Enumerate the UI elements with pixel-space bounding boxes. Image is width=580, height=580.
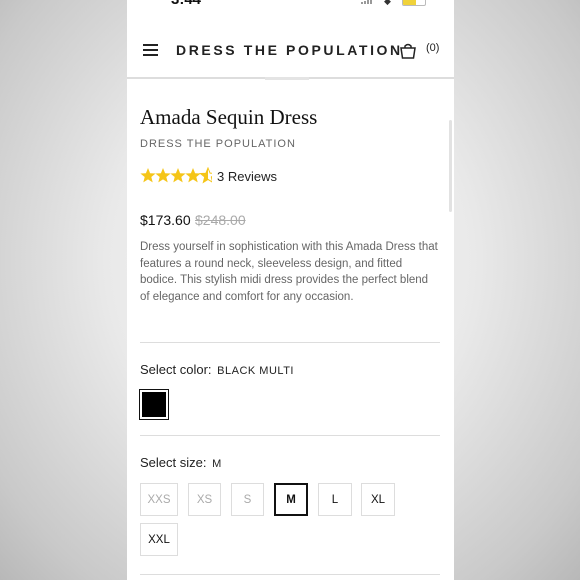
status-bar: 3:44 ◆ xyxy=(127,0,454,10)
star-full-icon xyxy=(185,168,201,183)
cart-count[interactable]: (0) xyxy=(426,42,439,54)
phone-screen: 3:44 ◆ DRESS THE POPULATION (0) Amada Se… xyxy=(127,0,454,580)
sale-price: $173.60 xyxy=(140,212,191,228)
star-half-icon xyxy=(199,167,212,183)
color-label-text: Select color: xyxy=(140,362,212,377)
star-full-icon xyxy=(155,168,171,183)
size-option-label: XXS xyxy=(147,493,171,506)
color-label: Select color: BLACK MULTI xyxy=(140,362,294,377)
selected-color: BLACK MULTI xyxy=(217,365,294,377)
reviews-link[interactable]: 3 Reviews xyxy=(217,169,277,184)
size-option-xl[interactable]: XL xyxy=(361,483,395,516)
star-full-icon xyxy=(140,168,156,183)
size-option-xs[interactable]: XS xyxy=(188,483,221,516)
size-option-label: XL xyxy=(370,493,386,506)
menu-icon[interactable] xyxy=(143,44,158,56)
size-option-label: L xyxy=(331,493,339,506)
signal-icon xyxy=(361,0,375,4)
original-price: $248.00 xyxy=(195,212,246,228)
size-option-label: S xyxy=(243,493,252,506)
product-title: Amada Sequin Dress xyxy=(140,105,318,129)
site-header: DRESS THE POPULATION (0) xyxy=(127,18,454,79)
shopping-bag-icon[interactable] xyxy=(399,43,417,59)
size-label: Select size: M xyxy=(140,455,222,470)
size-option-label: M xyxy=(286,493,296,506)
battery-icon xyxy=(402,0,426,6)
product-brand[interactable]: DRESS THE POPULATION xyxy=(140,138,296,150)
scrollbar[interactable] xyxy=(449,120,452,212)
size-option-m[interactable]: M xyxy=(274,483,308,516)
size-option-s[interactable]: S xyxy=(231,483,264,516)
size-option-label: XXL xyxy=(148,533,170,546)
divider xyxy=(140,342,440,343)
image-carousel-edge xyxy=(265,77,309,80)
size-option-xxl[interactable]: XXL xyxy=(140,523,178,556)
star-full-icon xyxy=(170,168,186,183)
size-option-xxs[interactable]: XXS xyxy=(140,483,178,516)
wifi-icon: ◆ xyxy=(384,0,391,6)
product-description: Dress yourself in sophistication with th… xyxy=(140,241,438,303)
divider xyxy=(140,435,440,436)
brand-logo[interactable]: DRESS THE POPULATION xyxy=(176,42,403,58)
status-time: 3:44 xyxy=(171,0,201,8)
size-option-l[interactable]: L xyxy=(318,483,352,516)
selected-size: M xyxy=(212,458,222,470)
divider xyxy=(140,574,440,575)
rating-stars xyxy=(140,167,212,183)
color-swatch-black-multi[interactable] xyxy=(139,389,169,420)
size-label-text: Select size: xyxy=(140,455,207,470)
size-option-label: XS xyxy=(196,493,213,506)
